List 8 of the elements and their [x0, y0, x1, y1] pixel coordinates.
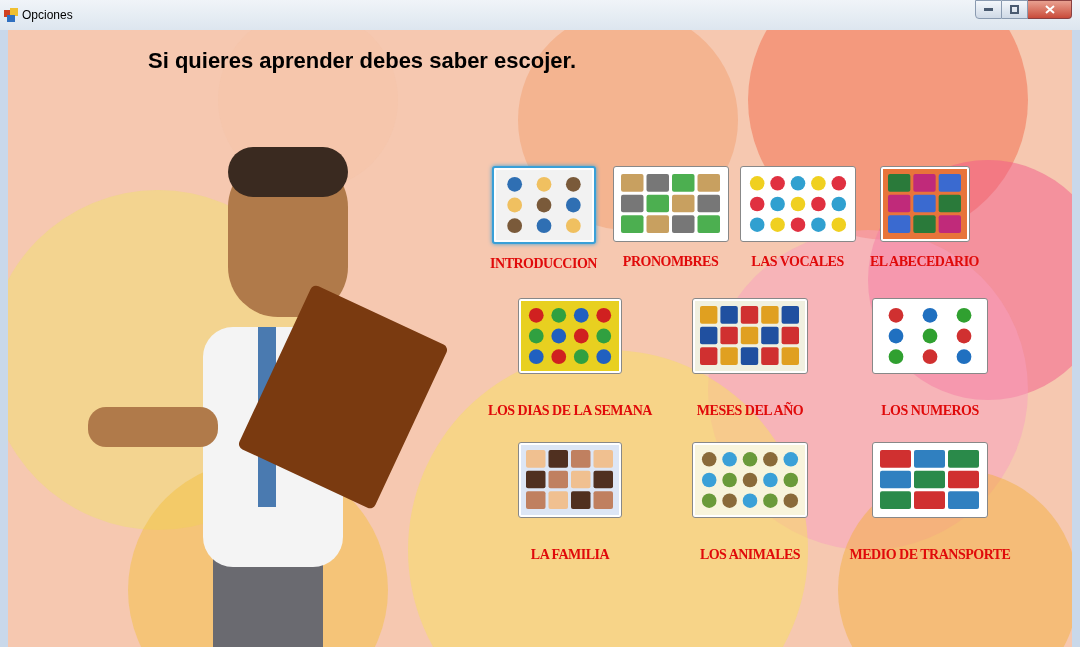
minimize-button[interactable] [975, 0, 1002, 19]
window-title: Opciones [22, 7, 73, 24]
close-button[interactable] [1028, 0, 1072, 19]
maximize-button[interactable] [1002, 0, 1028, 19]
close-icon [1044, 5, 1055, 14]
app-icon [4, 8, 18, 22]
maximize-icon [1010, 5, 1019, 14]
minimize-icon [984, 8, 993, 11]
